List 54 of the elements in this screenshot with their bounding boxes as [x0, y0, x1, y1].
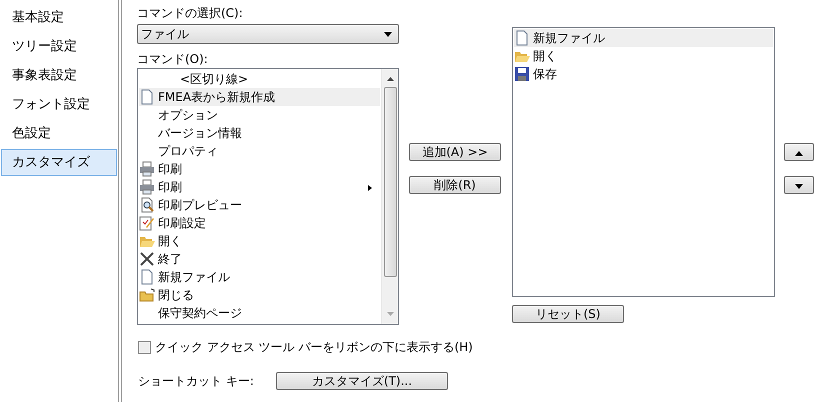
folder-icon — [139, 287, 155, 303]
close-icon — [139, 251, 155, 267]
list-item[interactable]: 開く — [514, 47, 773, 65]
scrollbar-thumb[interactable] — [384, 87, 396, 277]
command-dropdown[interactable]: ファイル — [137, 24, 399, 44]
printer-icon — [139, 179, 155, 195]
sidebar-item[interactable]: ツリー設定 — [1, 33, 117, 60]
list-item[interactable]: オプション — [139, 106, 380, 124]
sidebar-item[interactable]: カスタマイズ — [1, 149, 117, 176]
list-item[interactable]: 印刷 — [139, 160, 380, 178]
list-item[interactable]: プロパティ — [139, 142, 380, 160]
document-icon — [139, 269, 155, 285]
document-icon — [139, 89, 155, 105]
printer-icon — [139, 161, 155, 177]
scrollbar[interactable] — [381, 69, 398, 324]
list-item[interactable]: バージョン情報 — [139, 124, 380, 142]
pencil-icon — [139, 215, 155, 231]
list-item[interactable]: <区切り線> — [139, 70, 380, 88]
list-item[interactable]: 印刷 — [139, 178, 380, 196]
magnifier-icon — [139, 197, 155, 213]
list-item[interactable]: 印刷プレビュー — [139, 196, 380, 214]
checkbox[interactable] — [138, 341, 151, 354]
customize-button[interactable]: カスタマイズ(T)... — [276, 372, 448, 390]
list-item[interactable]: 印刷設定 — [139, 214, 380, 232]
list-item[interactable]: 新規ファイル — [139, 268, 380, 286]
scroll-down-icon — [386, 312, 394, 316]
move-up-button[interactable] — [784, 143, 814, 161]
shortcut-label: ショートカット キー: — [138, 372, 255, 390]
field-label: コマンド(O): — [137, 51, 209, 68]
list-item[interactable]: FMEA表から新規作成 — [139, 88, 380, 106]
dropdown-arrow-icon — [384, 32, 392, 36]
triangle-down-icon — [795, 184, 803, 189]
list-item[interactable]: 開く — [139, 232, 380, 250]
document-icon — [514, 30, 530, 46]
add-button[interactable]: 追加(A) >> — [409, 143, 501, 161]
list-item[interactable]: 閉じる — [139, 286, 380, 304]
save-icon — [514, 66, 530, 82]
field-label: コマンドの選択(C): — [137, 5, 244, 22]
remove-button[interactable]: 削除(R) — [409, 176, 501, 194]
checkbox-label: クイック アクセス ツール バーをリボンの下に表示する(H) — [155, 339, 473, 356]
command-list[interactable]: <区切り線> FMEA表から新規作成 オプション バージョン情報 プロパティ 印刷 印刷 印刷プレビュー 印刷設定 開く 終了 新規ファイル 閉じる 保守契約ページ — [137, 68, 399, 325]
triangle-up-icon — [795, 151, 803, 156]
list-item[interactable]: 新規ファイル — [514, 29, 773, 47]
sidebar-item[interactable]: 基本設定 — [1, 4, 117, 31]
scroll-up-icon — [386, 77, 394, 81]
toolbar-list[interactable]: 新規ファイル 開く 保存 — [512, 27, 775, 297]
list-item[interactable]: 保存 — [514, 65, 773, 83]
sidebar-item[interactable]: フォント設定 — [1, 91, 117, 118]
sidebar-item[interactable]: 事象表設定 — [1, 62, 117, 89]
list-item[interactable]: 保守契約ページ — [139, 304, 380, 322]
move-down-button[interactable] — [784, 176, 814, 194]
list-item[interactable]: 終了 — [139, 250, 380, 268]
sidebar-item[interactable]: 色設定 — [1, 120, 117, 147]
reset-button[interactable]: リセット(S) — [512, 305, 624, 323]
